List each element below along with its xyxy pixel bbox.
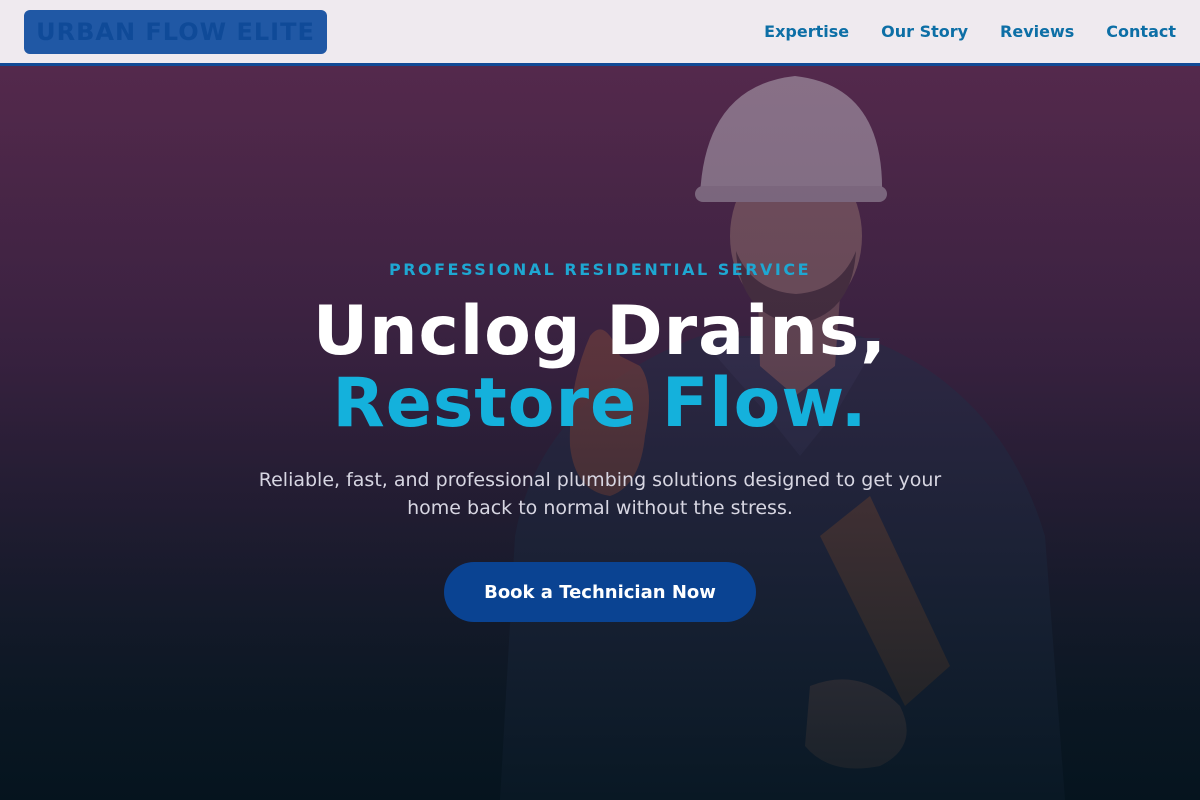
headline-line-1: Unclog Drains, xyxy=(312,292,888,371)
nav-link-contact[interactable]: Contact xyxy=(1106,22,1176,41)
hero-section: PROFESSIONAL RESIDENTIAL SERVICE Unclog … xyxy=(0,66,1200,800)
book-technician-button[interactable]: Book a Technician Now xyxy=(444,562,756,622)
hero-eyebrow: PROFESSIONAL RESIDENTIAL SERVICE xyxy=(388,260,812,279)
nav-link-expertise[interactable]: Expertise xyxy=(764,22,849,41)
hero-subtext: Reliable, fast, and professional plumbin… xyxy=(258,469,942,519)
hero-content: PROFESSIONAL RESIDENTIAL SERVICE Unclog … xyxy=(0,66,1200,800)
nav-link-our-story[interactable]: Our Story xyxy=(881,22,968,41)
headline-line-2: Restore Flow. xyxy=(332,364,868,443)
site-header: URBAN FLOW ELITE Expertise Our Story Rev… xyxy=(0,0,1200,66)
main-nav: Expertise Our Story Reviews Contact xyxy=(764,22,1176,41)
nav-link-reviews[interactable]: Reviews xyxy=(1000,22,1074,41)
hero-headline: Unclog Drains, Restore Flow. xyxy=(0,296,1200,440)
site-logo[interactable]: URBAN FLOW ELITE xyxy=(24,9,327,54)
